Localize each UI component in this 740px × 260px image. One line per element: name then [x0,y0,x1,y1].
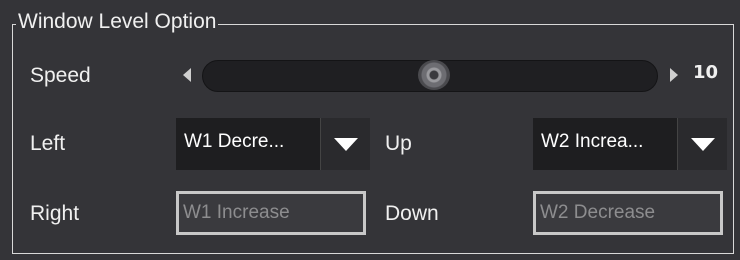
down-input[interactable] [536,194,720,232]
window-level-panel: Window Level Option Speed 10 Left W1 Dec… [0,0,740,260]
left-label: Left [30,132,66,155]
down-label: Down [385,202,439,225]
chevron-down-icon [691,138,715,151]
up-dropdown-button[interactable] [677,118,727,170]
right-input[interactable] [179,194,363,232]
speed-slider-thumb[interactable] [418,60,450,90]
right-label: Right [30,202,80,225]
left-dropdown-value: W1 Decre... [184,131,285,152]
chevron-down-icon [334,138,358,151]
slider-decrease-arrow-icon[interactable] [183,68,191,82]
group-title: Window Level Option [16,8,219,36]
left-dropdown-button[interactable] [320,118,370,170]
up-label: Up [385,132,412,155]
down-field[interactable] [533,191,723,235]
speed-value: 10 [693,62,719,83]
speed-label: Speed [30,64,91,87]
right-field[interactable] [176,191,366,235]
left-dropdown[interactable]: W1 Decre... [176,118,370,170]
up-dropdown[interactable]: W2 Increa... [533,118,727,170]
up-dropdown-value: W2 Increa... [541,131,644,152]
slider-increase-arrow-icon[interactable] [670,68,678,82]
